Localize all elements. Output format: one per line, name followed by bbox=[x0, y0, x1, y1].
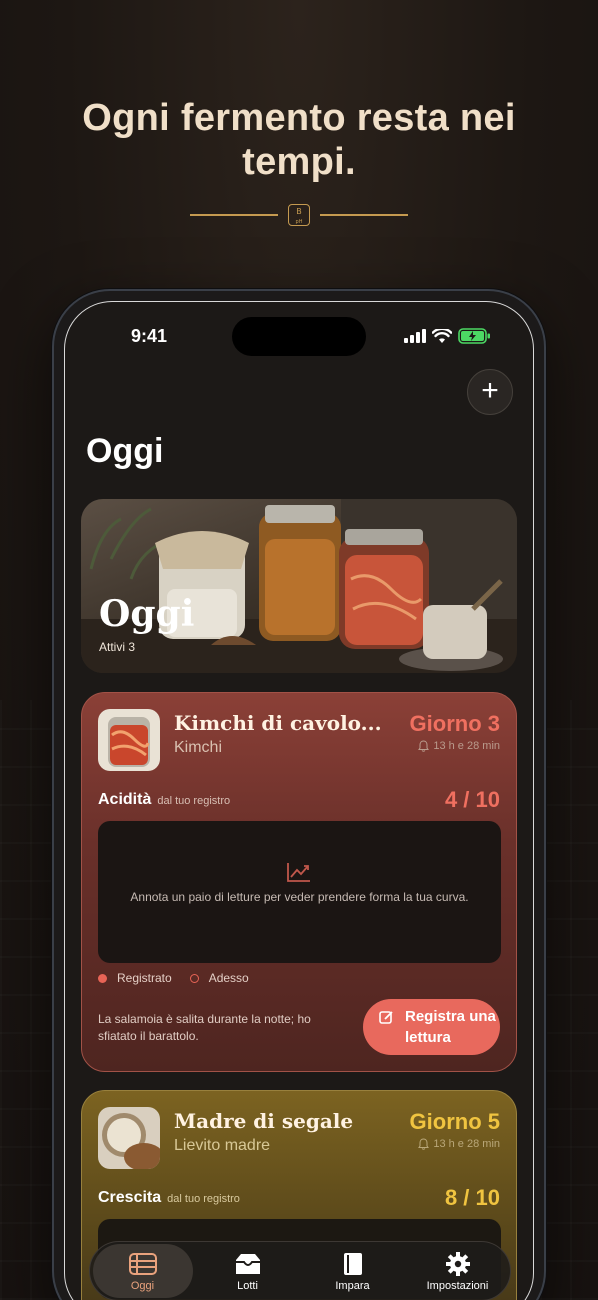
hollow-dot-icon bbox=[189, 974, 199, 983]
metric-label: Acidità dal tuo registro bbox=[98, 791, 230, 809]
metric-source: dal tuo registro bbox=[157, 795, 231, 807]
batch-day: Giorno 5 bbox=[409, 1109, 500, 1134]
timer-text: 13 h e 28 min bbox=[433, 740, 500, 752]
metric-value: 4 / 10 bbox=[444, 787, 500, 812]
batch-timer: 13 h e 28 min bbox=[418, 1138, 500, 1150]
tab-label: Impara bbox=[335, 1280, 370, 1292]
batch-timer: 13 h e 28 min bbox=[418, 740, 500, 752]
dynamic-island bbox=[232, 317, 366, 356]
tab-impostazioni[interactable]: Impostazioni bbox=[408, 1244, 508, 1298]
tab-oggi[interactable]: Oggi bbox=[92, 1244, 193, 1298]
timer-text: 13 h e 28 min bbox=[433, 1138, 500, 1150]
metric-source: dal tuo registro bbox=[167, 1193, 240, 1205]
wifi-icon bbox=[432, 328, 452, 343]
log-reading-label: Registra una lettura bbox=[405, 1008, 496, 1046]
chart-trend-icon bbox=[287, 863, 310, 882]
signal-icon bbox=[404, 329, 426, 343]
badge-top-text: B bbox=[296, 207, 302, 216]
book-icon bbox=[343, 1253, 362, 1275]
log-reading-button[interactable]: Registra una lettura bbox=[363, 999, 500, 1055]
tab-bar: Oggi Lotti Impara Impostazioni bbox=[89, 1241, 511, 1300]
filled-dot-icon bbox=[98, 974, 107, 983]
divider-line-right bbox=[320, 214, 408, 216]
hero-title: Oggi bbox=[99, 593, 195, 635]
hero-jars-illustration bbox=[81, 499, 517, 673]
hero-banner: Oggi Attivi 3 bbox=[81, 499, 517, 673]
tab-label: Lotti bbox=[237, 1280, 258, 1292]
add-batch-button[interactable]: + bbox=[467, 369, 513, 415]
ornament-divider: B pH bbox=[190, 204, 408, 226]
legend-logged: Registrato bbox=[98, 971, 172, 985]
today-icon bbox=[128, 1253, 157, 1275]
chart-legend: Registrato Adesso bbox=[98, 971, 249, 985]
sourdough-thumbnail bbox=[98, 1107, 160, 1169]
tab-lotti[interactable]: Lotti bbox=[198, 1244, 298, 1298]
page-title: Oggi bbox=[86, 432, 164, 470]
tab-label: Impostazioni bbox=[426, 1280, 489, 1292]
batch-day: Giorno 3 bbox=[409, 711, 500, 736]
hero-subtitle: Attivi 3 bbox=[99, 640, 136, 654]
metric-value: 8 / 10 bbox=[444, 1185, 500, 1210]
gear-icon bbox=[445, 1252, 470, 1276]
tab-label: Oggi bbox=[130, 1280, 155, 1292]
phone-screen: 9:41 + Oggi Oggi Attivi 3 Kimchi di cavo… bbox=[64, 301, 534, 1300]
battery-charging-icon bbox=[458, 328, 490, 344]
legend-now: Adesso bbox=[189, 971, 249, 985]
legend-now-label: Adesso bbox=[208, 971, 249, 985]
bell-icon bbox=[418, 1138, 430, 1150]
batch-note: La salamoia è salita durante la notte; h… bbox=[98, 1012, 311, 1043]
divider-line-left bbox=[190, 214, 278, 216]
tray-icon bbox=[235, 1254, 260, 1274]
kimchi-thumbnail bbox=[98, 709, 160, 771]
batch-title: Kimchi di cavolo... bbox=[174, 711, 382, 735]
marketing-headline: Ogni fermento resta nei tempi. bbox=[82, 97, 516, 183]
metric-name: Acidità bbox=[98, 791, 152, 808]
status-time: 9:41 bbox=[131, 326, 168, 346]
bell-icon bbox=[418, 740, 430, 752]
batch-type: Kimchi bbox=[174, 739, 223, 756]
empty-chart-text: Annota un paio di letture per veder pren… bbox=[130, 890, 469, 904]
batch-type: Lievito madre bbox=[174, 1137, 271, 1154]
batch-title: Madre di segale bbox=[174, 1109, 354, 1133]
ph-badge-icon: B pH bbox=[288, 204, 310, 226]
status-icons bbox=[404, 328, 491, 344]
batch-card-kimchi[interactable]: Kimchi di cavolo... Kimchi Giorno 3 13 h… bbox=[81, 692, 517, 1072]
edit-icon bbox=[379, 1011, 393, 1024]
metric-label: Crescita dal tuo registro bbox=[98, 1189, 240, 1207]
badge-bottom-text: pH bbox=[295, 219, 303, 225]
metric-name: Crescita bbox=[98, 1189, 162, 1206]
legend-logged-label: Registrato bbox=[117, 971, 172, 985]
acidity-chart-empty: Annota un paio di letture per veder pren… bbox=[98, 821, 501, 963]
tab-impara[interactable]: Impara bbox=[303, 1244, 403, 1298]
